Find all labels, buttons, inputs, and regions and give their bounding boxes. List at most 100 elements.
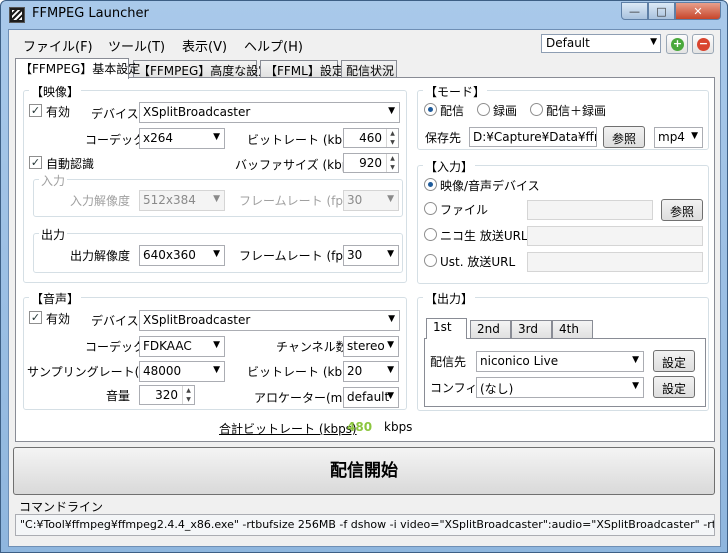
app-window: FFMPEG Launcher — □ ✕ ファイル(F) ツール(T) 表示(… [0,0,728,553]
tab-basic[interactable]: 【FFMPEG】基本設定 [15,58,140,79]
audio-codec-value: FDKAAC [143,339,192,353]
chevron-down-icon: ▼ [387,194,394,204]
audio-device-select[interactable]: XSplitBroadcaster ▼ [139,310,400,331]
video-bitrate-value: 460 [359,131,382,145]
output-fps-value: 30 [347,248,363,262]
allocator-value: default [347,390,390,404]
sample-rate-value: 48000 [143,364,182,378]
audio-device-label: デバイス [91,314,139,328]
title-bar[interactable]: FFMPEG Launcher — □ ✕ [1,1,727,29]
video-input-group-title: 入力 [39,172,68,189]
total-bitrate-label[interactable]: 合計ビットレート (kbps) [219,420,357,437]
channels-select[interactable]: stereo ▼ [343,336,399,357]
tab-status[interactable]: 配信状況 [341,60,397,78]
close-button[interactable]: ✕ [675,2,721,20]
plus-icon: + [671,37,684,51]
config-settings-button[interactable]: 設定 [653,376,695,398]
video-bitrate-input[interactable]: 460 ▲ ▼ [343,128,399,148]
format-select[interactable]: mp4 ▼ [654,127,703,148]
output-group-title: 【出力】 [423,290,476,307]
autodetect-checkbox[interactable]: ✓ [29,156,42,169]
chevron-down-icon: ▼ [387,391,394,401]
input-ust-url [527,252,703,272]
video-device-label: デバイス [91,107,139,121]
audio-bitrate-value: 20 [347,364,363,378]
input-fps-label: フレームレート (fps) [239,194,354,208]
tab-output-4th[interactable]: 4th [552,320,593,338]
command-line-label: コマンドライン [19,500,104,514]
chevron-down-icon: ▼ [650,37,657,47]
command-line-field[interactable]: "C:¥Tool¥ffmpeg¥ffmpeg2.4.4_x86.exe" -rt… [15,514,715,536]
start-broadcast-button[interactable]: 配信開始 [13,447,715,495]
input-nico-radio[interactable] [424,228,437,241]
output-res-label: 出力解像度 [70,249,131,263]
input-res-value: 512x384 [143,193,196,207]
chevron-down-icon: ▼ [387,340,394,350]
video-group: 【映像】 ✓ 有効 デバイス XSplitBroadcaster ▼ コーデック … [23,83,407,283]
mode-record-label: 録画 [493,104,518,118]
chevron-down-icon: ▼ [213,194,220,204]
input-device-label: 映像/音声デバイス [440,179,540,193]
remove-preset-button[interactable]: − [692,34,714,54]
video-output-group-title: 出力 [39,226,68,243]
video-enabled-checkbox[interactable]: ✓ [29,104,42,117]
volume-input[interactable]: 320 ▲ ▼ [139,385,195,405]
input-device-radio[interactable] [424,178,437,191]
spinner-arrows-icon[interactable]: ▲ ▼ [386,154,398,172]
basic-settings-page: 【映像】 ✓ 有効 デバイス XSplitBroadcaster ▼ コーデック … [15,77,715,442]
input-ust-radio[interactable] [424,254,437,267]
tab-ffml[interactable]: 【FFML】設定 [260,60,344,78]
menu-file[interactable]: ファイル(F) [23,36,93,55]
output-fps-select[interactable]: 30 ▼ [343,245,399,266]
audio-bitrate-select[interactable]: 20 ▼ [343,361,399,382]
audio-codec-select[interactable]: FDKAAC ▼ [139,336,225,357]
spinner-arrows-icon[interactable]: ▲ ▼ [386,129,398,147]
input-nico-url [527,226,703,246]
buffer-input[interactable]: 920 ▲ ▼ [343,153,399,173]
video-codec-select[interactable]: x264 ▼ [139,128,225,149]
volume-label: 音量 [106,389,131,403]
spinner-arrows-icon[interactable]: ▲ ▼ [182,386,194,404]
mode-broadcast-radio[interactable] [424,103,437,116]
audio-enabled-checkbox[interactable]: ✓ [29,311,42,324]
sample-rate-select[interactable]: 48000 ▼ [139,361,225,382]
chevron-down-icon: ▼ [632,355,639,365]
audio-group-title: 【音声】 [29,290,82,307]
tab-output-3rd[interactable]: 3rd [511,320,552,338]
output-tab-page: 配信先 niconico Live ▼ 設定 コンフィグ (なし) ▼ 設定 [424,338,706,407]
add-preset-button[interactable]: + [666,34,688,54]
destination-select[interactable]: niconico Live ▼ [476,351,644,372]
minimize-button[interactable]: — [621,2,648,20]
output-res-select[interactable]: 640x360 ▼ [139,245,225,266]
config-value: (なし) [480,382,514,396]
tab-advanced[interactable]: 【FFMPEG】高度な設定 [133,60,270,78]
input-file-label: ファイル [440,203,489,217]
save-path-label: 保存先 [425,131,462,145]
video-enabled-label: 有効 [46,105,71,119]
video-device-value: XSplitBroadcaster [143,105,251,119]
menu-tools[interactable]: ツール(T) [108,36,165,55]
mode-record-radio[interactable] [477,103,490,116]
autodetect-label: 自動認識 [46,157,95,171]
input-browse-button[interactable]: 参照 [661,199,703,221]
allocator-select[interactable]: default ▼ [343,387,399,408]
menu-view[interactable]: 表示(V) [182,36,227,55]
video-codec-label: コーデック [85,133,146,147]
input-ust-label: Ust. 放送URL [440,255,516,269]
mode-both-radio[interactable] [530,103,543,116]
caption-buttons: — □ ✕ [621,2,721,20]
config-select[interactable]: (なし) ▼ [476,377,644,398]
maximize-button[interactable]: □ [648,2,675,20]
tab-output-1st[interactable]: 1st [426,318,467,339]
save-path-input[interactable]: D:¥Capture¥Data¥ffmpe [469,127,597,147]
input-file-radio[interactable] [424,202,437,215]
tab-output-2nd[interactable]: 2nd [470,320,511,338]
mode-group: 【モード】 配信 録画 配信＋録画 保存先 D:¥Capture¥Data¥ff… [417,83,709,150]
minus-icon: − [697,37,710,51]
save-browse-button[interactable]: 参照 [603,126,645,148]
video-device-select[interactable]: XSplitBroadcaster ▼ [139,102,400,123]
preset-select[interactable]: Default ▼ [541,34,661,53]
destination-settings-button[interactable]: 設定 [653,350,695,372]
client-area: ファイル(F) ツール(T) 表示(V) ヘルプ(H) Default ▼ + −… [8,29,721,547]
menu-help[interactable]: ヘルプ(H) [244,36,303,55]
